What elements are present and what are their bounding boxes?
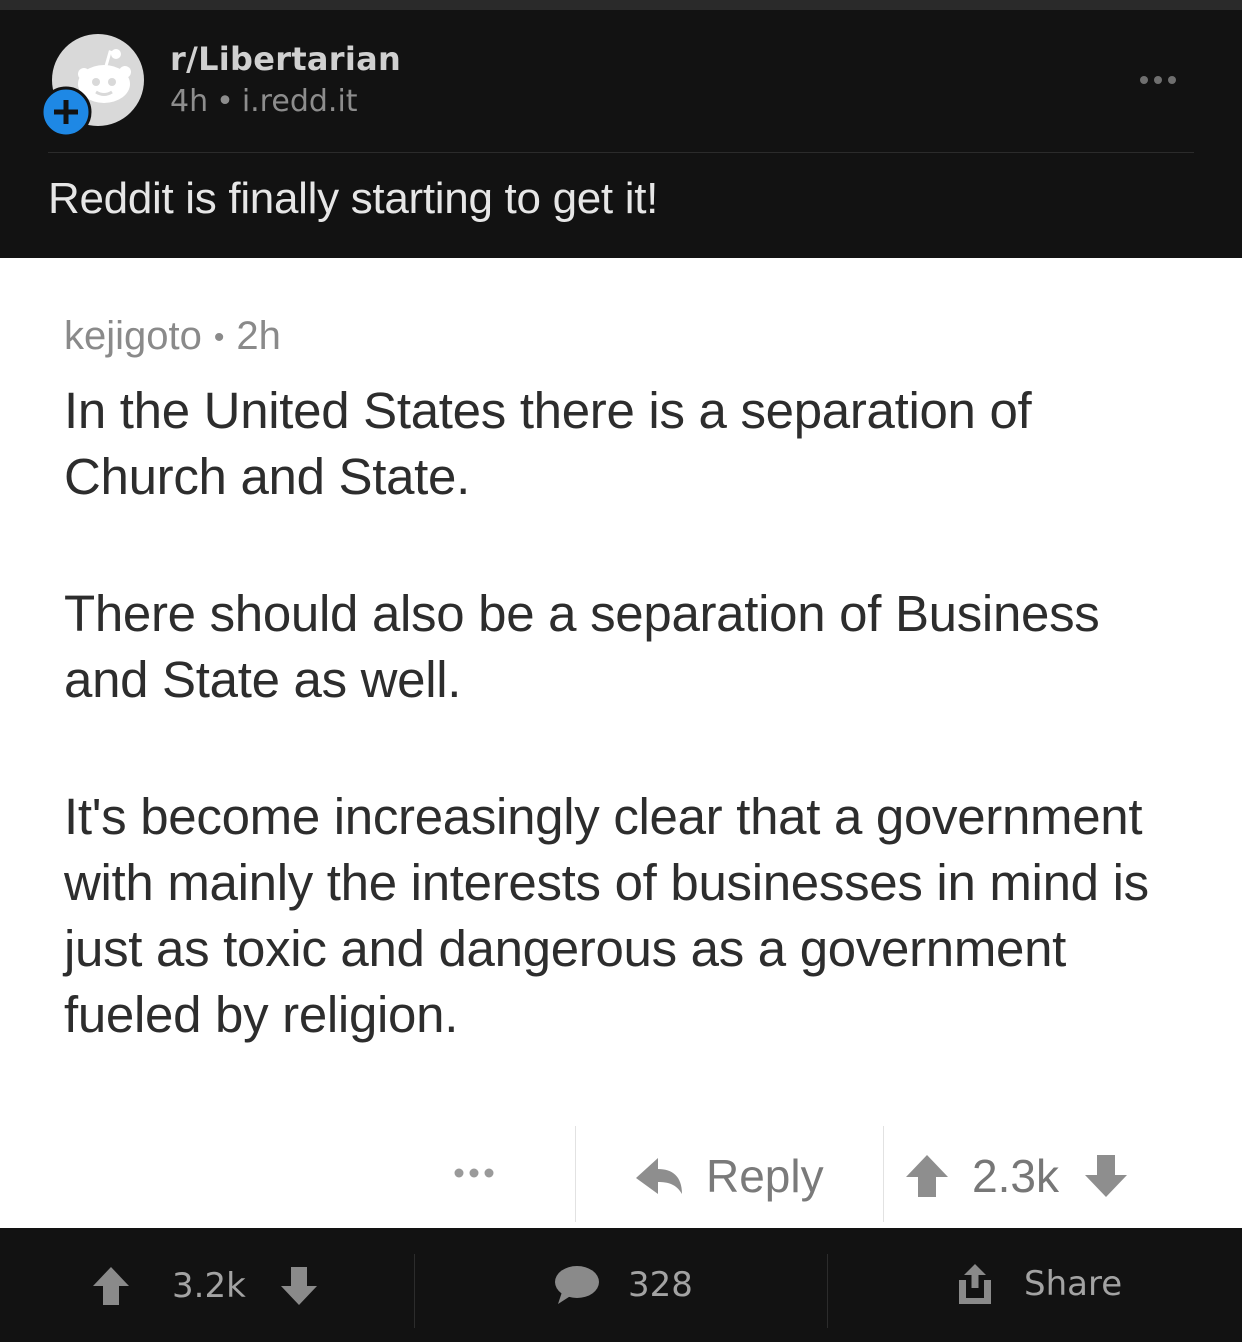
comment-count: 328	[628, 1265, 693, 1305]
downvote-arrow-icon	[1083, 1153, 1129, 1199]
more-dots-icon[interactable]	[1138, 72, 1178, 88]
post-score: 3.2k	[172, 1266, 246, 1306]
upvote-arrow-icon	[904, 1153, 950, 1199]
comment-paragraph: In the United States there is a separati…	[64, 382, 1032, 505]
comments-button[interactable]: 328	[554, 1264, 693, 1306]
share-button[interactable]: Share	[956, 1262, 1122, 1306]
action-divider	[575, 1126, 576, 1222]
post-header: r/Libertarian 4h • i.redd.it Reddit is fin…	[0, 10, 1242, 258]
comment-vote-controls: 2.3k	[904, 1146, 1129, 1206]
upvote-arrow-icon[interactable]	[92, 1266, 130, 1306]
post-meta: 4h • i.redd.it	[170, 84, 358, 119]
comment-meta-separator: •	[213, 321, 225, 355]
status-strip	[0, 0, 1242, 10]
footer-divider	[827, 1254, 828, 1328]
speech-bubble-icon	[554, 1264, 600, 1306]
share-label: Share	[1024, 1264, 1123, 1304]
post-domain[interactable]: i.redd.it	[242, 84, 358, 119]
comment-screenshot: kejigoto • 2h In the United States there i…	[0, 258, 1242, 1228]
footer-divider	[414, 1254, 415, 1328]
comment-age: 2h	[236, 314, 281, 358]
meta-separator: •	[216, 84, 234, 119]
downvote-arrow-icon[interactable]	[280, 1266, 318, 1306]
comment-body: In the United States there is a separati…	[64, 378, 1184, 1119]
post-footer: 3.2k 328 Share	[0, 1228, 1242, 1342]
post-vote-controls: 3.2k	[92, 1266, 318, 1306]
comment-score: 2.3k	[972, 1150, 1059, 1202]
comment-author: kejigoto	[64, 314, 202, 358]
reply-label: Reply	[706, 1150, 824, 1202]
reply-button: Reply	[634, 1146, 824, 1206]
post-age: 4h	[170, 84, 209, 119]
action-divider	[883, 1126, 884, 1222]
post-title[interactable]: Reddit is finally starting to get it!	[48, 174, 658, 224]
comment-paragraph: It's become increasingly clear that a go…	[64, 788, 1149, 1043]
comment-paragraph: There should also be a separation of Bus…	[64, 585, 1100, 708]
subreddit-name[interactable]: r/Libertarian	[170, 40, 401, 78]
plus-circle-icon[interactable]	[40, 86, 92, 138]
header-divider	[48, 152, 1194, 153]
comment-meta: kejigoto • 2h	[64, 314, 281, 359]
more-dots-icon	[452, 1166, 496, 1180]
comment-action-bar: Reply 2.3k	[0, 1126, 1242, 1222]
share-icon	[956, 1262, 994, 1306]
reply-arrow-icon	[634, 1154, 684, 1198]
